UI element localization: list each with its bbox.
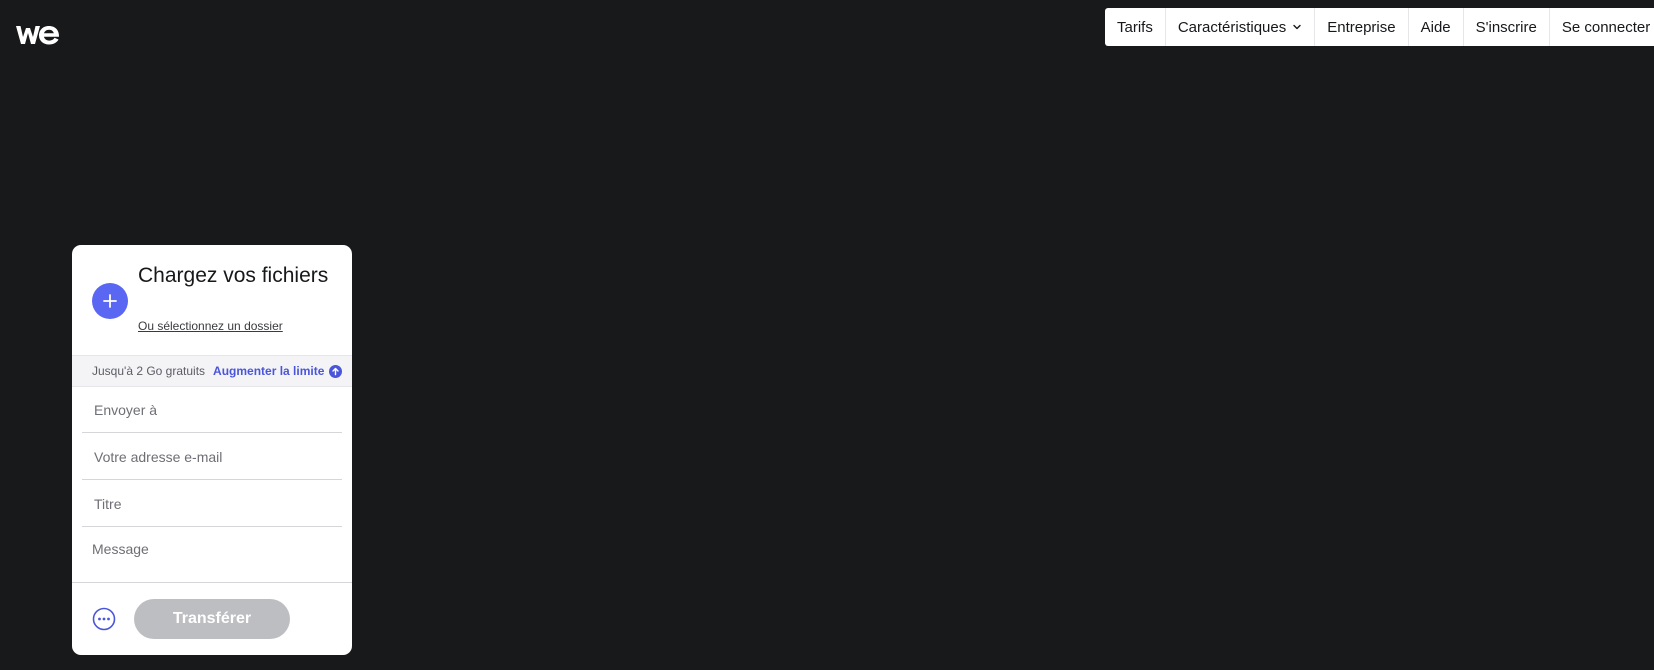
increase-limit-link[interactable]: Augmenter la limite <box>213 364 343 378</box>
arrow-up-circle-icon <box>329 364 343 378</box>
nav-login-link[interactable]: Se connecter <box>1550 8 1654 46</box>
email-field[interactable] <box>82 434 342 480</box>
nav-aide-label: Aide <box>1420 18 1451 36</box>
increase-limit-label: Augmenter la limite <box>213 364 325 378</box>
nav-entreprise-link[interactable]: Entreprise <box>1315 8 1409 46</box>
upload-area[interactable]: Chargez vos fichiers Ou sélectionnez un … <box>72 245 352 355</box>
nav-entreprise-label: Entreprise <box>1327 18 1396 36</box>
nav-caracteristiques-dropdown[interactable]: Caractéristiques <box>1166 8 1316 46</box>
nav-signup-label: S'inscrire <box>1475 18 1537 36</box>
nav-signup-link[interactable]: S'inscrire <box>1464 8 1550 46</box>
title-field[interactable] <box>82 481 342 527</box>
nav-aide-link[interactable]: Aide <box>1409 8 1464 46</box>
select-folder-link[interactable]: Ou sélectionnez un dossier <box>138 319 283 333</box>
transfer-panel: Chargez vos fichiers Ou sélectionnez un … <box>72 245 352 655</box>
add-files-button[interactable] <box>92 283 128 319</box>
transfer-button[interactable]: Transférer <box>134 599 290 639</box>
nav-tarifs-link[interactable]: Tarifs <box>1105 8 1166 46</box>
plus-icon <box>103 294 117 308</box>
nav-tarifs-label: Tarifs <box>1117 18 1153 36</box>
nav-caracteristiques-label: Caractéristiques <box>1177 18 1287 36</box>
message-field[interactable] <box>72 528 352 583</box>
wetransfer-logo-icon[interactable] <box>14 22 62 48</box>
nav-login-label: Se connecter <box>1561 18 1651 36</box>
send-to-field[interactable] <box>82 387 342 433</box>
upload-title: Chargez vos fichiers <box>138 264 329 287</box>
top-navigation: Tarifs Caractéristiques Entreprise Aide … <box>1105 8 1654 46</box>
more-options-icon[interactable] <box>92 607 116 631</box>
chevron-down-icon <box>1293 24 1301 30</box>
size-limit-bar: Jusqu'à 2 Go gratuits Augmenter la limit… <box>72 355 352 387</box>
size-limit-text: Jusqu'à 2 Go gratuits <box>92 364 206 378</box>
